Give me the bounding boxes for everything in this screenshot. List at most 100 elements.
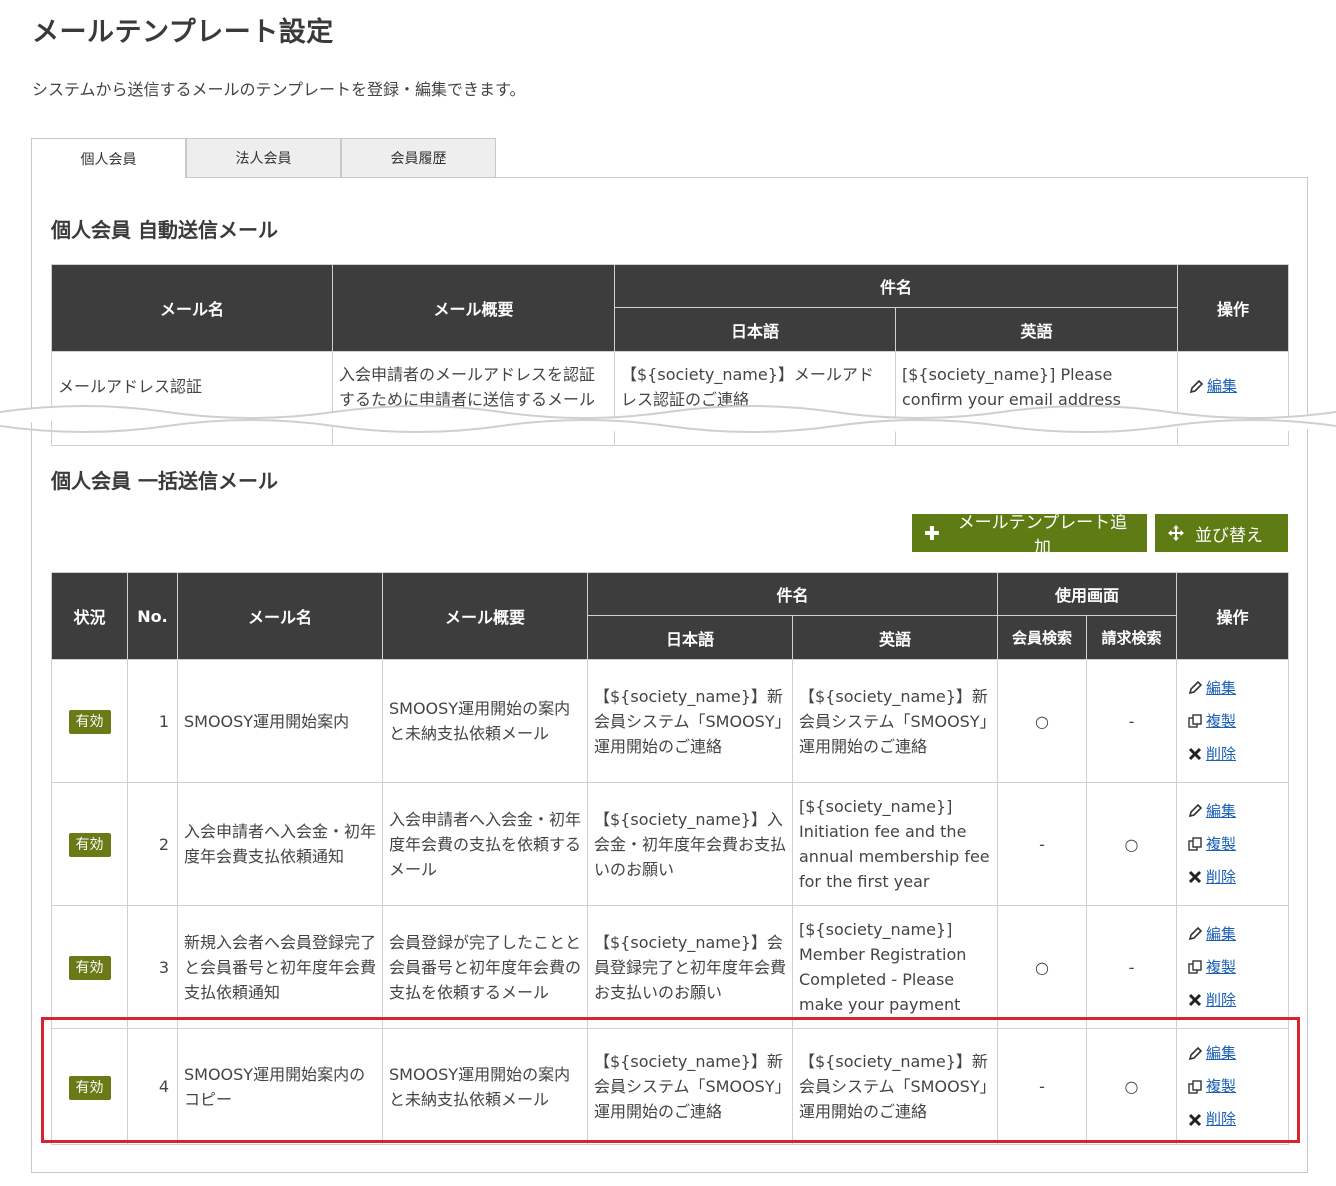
move-arrows-icon: [1168, 525, 1184, 541]
pencil-icon: [1189, 379, 1204, 393]
number-cell: 1: [127, 659, 178, 783]
tab-bar: 個人会員 法人会員 会員履歴: [31, 138, 496, 178]
status-cell: 有効: [51, 659, 128, 783]
copy-link[interactable]: 複製: [1187, 1074, 1282, 1099]
operations-cell: 編集 複製 削除: [1176, 659, 1290, 783]
col-header-billing-search: 請求検索: [1086, 615, 1178, 660]
number-cell: 3: [127, 905, 178, 1029]
status-cell: 有効: [51, 905, 128, 1029]
col-header-status: 状況: [51, 572, 128, 660]
col-header-number: No.: [127, 572, 178, 660]
sort-button[interactable]: 並び替え: [1155, 514, 1288, 552]
tab-individual-members[interactable]: 個人会員: [31, 138, 186, 178]
col-header-mail-summary: メール概要: [332, 264, 615, 352]
member-search-cell: ○: [997, 905, 1088, 1029]
add-template-button[interactable]: メールテンプレート追加: [912, 513, 1147, 558]
subject-en-cell: 【${society_name}】新会員システム「SMOOSY」運用開始のご連絡: [791, 659, 999, 783]
delete-link[interactable]: 削除: [1187, 865, 1282, 890]
copy-link[interactable]: 複製: [1187, 709, 1282, 734]
member-search-cell: ○: [997, 659, 1088, 783]
edit-link[interactable]: 編集: [1188, 374, 1282, 399]
col-header-operations: 操作: [1177, 264, 1290, 352]
table-row: 有効 4 SMOOSY運用開始案内のコピー SMOOSY運用開始の案内と未納支払…: [51, 1028, 1290, 1145]
subject-en-cell: 【${society_name}】新会員システム「SMOOSY」運用開始のご連絡: [791, 1028, 999, 1145]
edit-link[interactable]: 編集: [1187, 922, 1282, 947]
copy-icon: [1188, 837, 1202, 851]
col-header-mail-summary: メール概要: [382, 572, 588, 660]
member-search-cell: -: [997, 1028, 1088, 1145]
member-search-cell: -: [997, 782, 1088, 906]
tab-member-history[interactable]: 会員履歴: [341, 138, 496, 177]
operations-cell: 編集 複製 削除: [1176, 1028, 1290, 1145]
pencil-icon: [1188, 803, 1203, 818]
copy-icon: [1188, 960, 1202, 974]
mail-name-cell: 入会申請者へ入会金・初年度年会費支払依頼通知: [177, 782, 383, 906]
subject-ja-cell: 【${society_name}】新会員システム「SMOOSY」運用開始のご連絡: [587, 1028, 793, 1145]
status-cell: 有効: [51, 782, 128, 906]
operations-cell: 編集 複製 削除: [1176, 782, 1290, 906]
col-header-english: 英語: [791, 615, 999, 660]
copy-icon: [1188, 714, 1202, 728]
col-header-subject: 件名: [586, 572, 999, 616]
mail-summary-cell: SMOOSY運用開始の案内と未納支払依頼メール: [382, 659, 588, 783]
status-badge: 有効: [68, 710, 111, 734]
status-cell: 有効: [51, 1028, 128, 1145]
col-header-member-search: 会員検索: [997, 615, 1088, 660]
edit-link[interactable]: 編集: [1187, 1041, 1282, 1066]
tab-corporate-members[interactable]: 法人会員: [186, 138, 341, 177]
mail-summary-cell: SMOOSY運用開始の案内と未納支払依頼メール: [382, 1028, 588, 1145]
copy-icon: [1188, 1079, 1202, 1094]
copy-link[interactable]: 複製: [1187, 832, 1282, 857]
edit-link[interactable]: 編集: [1187, 676, 1282, 701]
edit-link[interactable]: 編集: [1187, 799, 1282, 824]
col-header-mail-name: メール名: [177, 572, 383, 660]
status-badge: 有効: [68, 833, 111, 857]
pencil-icon: [1188, 1046, 1203, 1060]
bulk-mail-table: 状況 No. メール名 メール概要 件名 使用画面 操作 日本語 英語 会員検索…: [51, 572, 1290, 1145]
mail-name-cell: 新規入会者へ会員登録完了と会員番号と初年度年会費支払依頼通知: [177, 905, 383, 1029]
status-badge: 有効: [68, 1075, 111, 1100]
mail-name-cell: SMOOSY運用開始案内: [177, 659, 383, 783]
delete-link[interactable]: 削除: [1187, 1107, 1282, 1132]
col-header-subject: 件名: [613, 264, 1179, 308]
mail-summary-cell: 入会申請者へ入会金・初年度年会費の支払を依頼するメール: [382, 782, 588, 906]
billing-search-cell: -: [1086, 659, 1178, 783]
page-title: メールテンプレート設定: [32, 17, 334, 48]
pencil-icon: [1188, 680, 1203, 695]
torn-edge-separator: [0, 405, 1336, 433]
pencil-icon: [1188, 926, 1203, 941]
subject-ja-cell: 【${society_name}】入会金・初年度年会費お支払いのお願い: [587, 782, 793, 906]
subject-ja-cell: 【${society_name}】新会員システム「SMOOSY」運用開始のご連絡: [587, 659, 793, 783]
auto-mail-section-title: 個人会員 自動送信メール: [51, 218, 278, 242]
billing-search-cell: -: [1086, 905, 1178, 1029]
close-icon: [1188, 870, 1202, 884]
number-cell: 4: [127, 1028, 178, 1145]
col-header-usage-screens: 使用画面: [997, 572, 1178, 616]
page-description: システムから送信するメールのテンプレートを登録・編集できます。: [32, 80, 526, 99]
close-icon: [1188, 993, 1202, 1007]
delete-link[interactable]: 削除: [1187, 742, 1282, 767]
close-icon: [1188, 1113, 1202, 1126]
subject-en-cell: [${society_name}] Initiation fee and the…: [791, 782, 999, 906]
col-header-mail-name: メール名: [51, 264, 333, 352]
number-cell: 2: [127, 782, 178, 906]
copy-link[interactable]: 複製: [1187, 955, 1282, 980]
close-icon: [1188, 747, 1202, 761]
mail-summary-cell: 会員登録が完了したことと会員番号と初年度年会費の支払を依頼するメール: [382, 905, 588, 1029]
mail-name-cell: SMOOSY運用開始案内のコピー: [177, 1028, 383, 1145]
col-header-japanese: 日本語: [587, 615, 793, 660]
col-header-english: 英語: [894, 307, 1179, 352]
subject-ja-cell: 【${society_name}】会員登録完了と初年度年会費お支払いのお願い: [587, 905, 793, 1029]
operations-cell: 編集 複製 削除: [1176, 905, 1290, 1029]
col-header-japanese: 日本語: [614, 307, 896, 352]
delete-link[interactable]: 削除: [1187, 988, 1282, 1013]
col-header-operations: 操作: [1176, 572, 1290, 660]
table-row: 有効 3 新規入会者へ会員登録完了と会員番号と初年度年会費支払依頼通知 会員登録…: [51, 905, 1290, 1029]
subject-en-cell: [${society_name}] Member Registration Co…: [791, 905, 999, 1029]
billing-search-cell: ○: [1086, 782, 1178, 906]
bulk-mail-section-title: 個人会員 一括送信メール: [51, 469, 278, 493]
billing-search-cell: ○: [1086, 1028, 1178, 1145]
plus-icon: [924, 526, 939, 540]
table-row: 有効 2 入会申請者へ入会金・初年度年会費支払依頼通知 入会申請者へ入会金・初年…: [51, 782, 1290, 906]
table-row: 有効 1 SMOOSY運用開始案内 SMOOSY運用開始の案内と未納支払依頼メー…: [51, 659, 1290, 783]
